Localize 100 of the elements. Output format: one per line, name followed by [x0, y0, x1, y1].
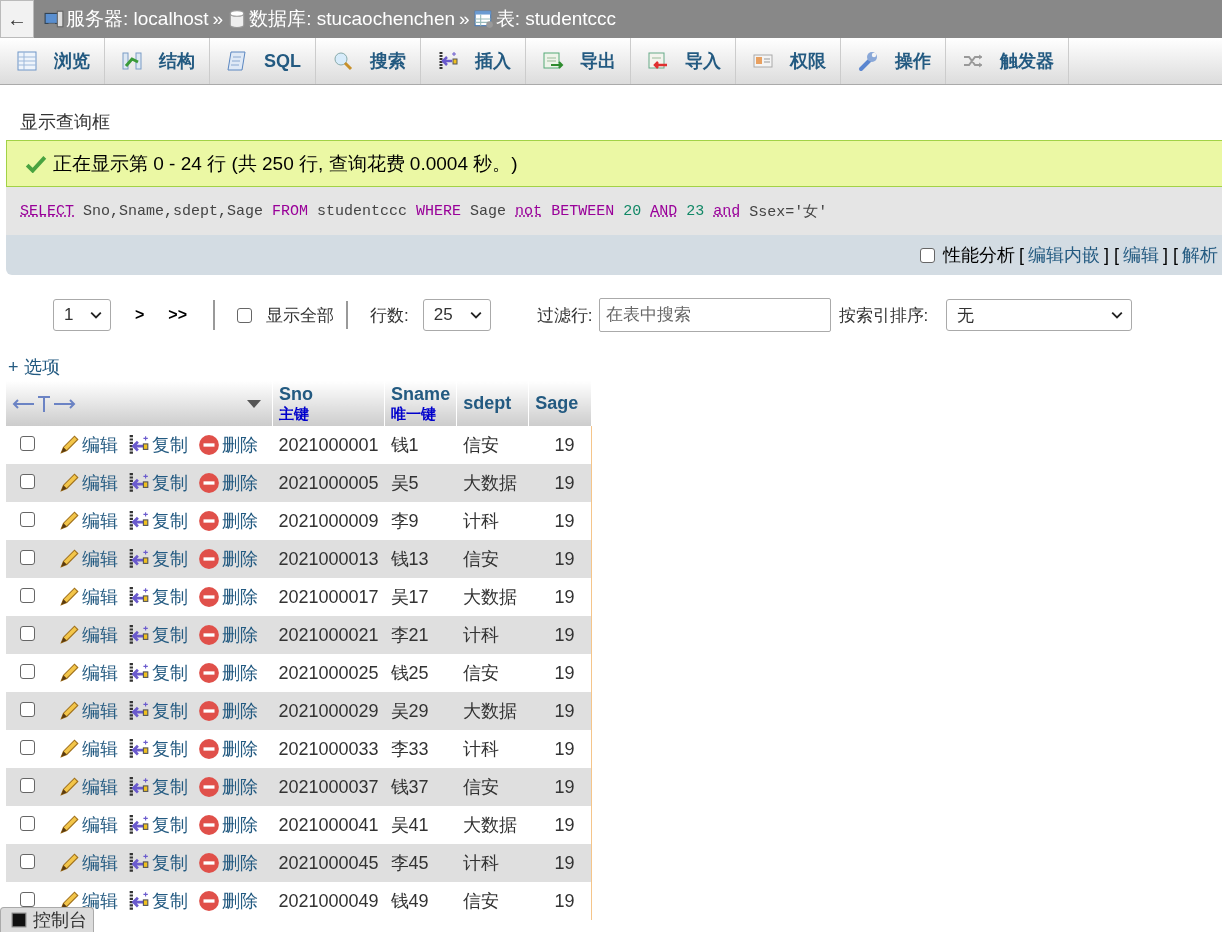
delete-link[interactable]: 删除: [198, 699, 258, 723]
page-select[interactable]: 1: [53, 299, 111, 331]
breadcrumb-link[interactable]: 服务器: localhost: [66, 6, 209, 32]
tab[interactable]: 操作: [841, 38, 946, 84]
tab[interactable]: 导出: [526, 38, 631, 84]
query-link[interactable]: 编辑内嵌: [1028, 243, 1100, 267]
edit-link[interactable]: 编辑: [58, 699, 118, 723]
insert-icon: [128, 700, 150, 722]
copy-link[interactable]: 复制: [128, 813, 188, 837]
copy-link[interactable]: 复制: [128, 547, 188, 571]
tab[interactable]: 浏览: [0, 38, 105, 84]
copy-link[interactable]: 复制: [128, 433, 188, 457]
edit-link[interactable]: 编辑: [58, 775, 118, 799]
copy-link[interactable]: 复制: [128, 851, 188, 875]
edit-link[interactable]: 编辑: [58, 509, 118, 533]
table-cell: 2021000017: [272, 578, 385, 616]
table-cell: 钱13: [384, 540, 457, 578]
delete-icon: [198, 510, 220, 532]
show-query-link[interactable]: 显示查询框: [20, 110, 1222, 132]
rows-select[interactable]: 25: [422, 299, 491, 331]
delete-link[interactable]: 删除: [198, 547, 258, 571]
column-header[interactable]: Sname 唯一键: [384, 381, 457, 426]
tab[interactable]: 搜索: [316, 38, 421, 84]
insert-icon: [128, 776, 150, 798]
options-link[interactable]: + 选项: [8, 355, 1222, 379]
row-checkbox[interactable]: [20, 663, 35, 679]
copy-link[interactable]: 复制: [128, 737, 188, 761]
row-checkbox[interactable]: [20, 891, 35, 907]
column-header[interactable]: sdept: [456, 381, 529, 426]
edit-link[interactable]: 编辑: [58, 851, 118, 875]
checkbox[interactable]: [920, 247, 935, 263]
copy-link[interactable]: 复制: [128, 623, 188, 647]
row-checkbox[interactable]: [20, 473, 35, 489]
table-cell: 大数据: [456, 692, 529, 730]
tab[interactable]: SQL: [210, 38, 316, 84]
delete-link[interactable]: 删除: [198, 737, 258, 761]
row-checkbox[interactable]: [20, 853, 35, 869]
pencil-icon: [58, 586, 80, 608]
search-icon: [332, 50, 354, 72]
query-link[interactable]: 编辑: [1123, 243, 1160, 267]
row-checkbox[interactable]: [20, 815, 35, 831]
delete-link[interactable]: 删除: [198, 433, 258, 457]
tab[interactable]: 导入: [631, 38, 736, 84]
column-header[interactable]: Sage: [528, 381, 592, 426]
query-link[interactable]: 解析: [1182, 243, 1219, 267]
copy-link[interactable]: 复制: [128, 889, 188, 913]
delete-icon: [198, 852, 220, 874]
copy-link[interactable]: 复制: [128, 509, 188, 533]
row-checkbox[interactable]: [20, 549, 35, 565]
table-cell: 19: [528, 540, 592, 578]
edit-link[interactable]: 编辑: [58, 813, 118, 837]
delete-link[interactable]: 删除: [198, 661, 258, 685]
copy-link[interactable]: 复制: [128, 775, 188, 799]
delete-link[interactable]: 删除: [198, 851, 258, 875]
last-page-button[interactable]: >>: [168, 306, 188, 324]
console-tab[interactable]: 控制台: [0, 907, 94, 932]
column-header[interactable]: Sno 主键: [272, 381, 385, 426]
delete-link[interactable]: 删除: [198, 509, 258, 533]
delete-link[interactable]: 删除: [198, 623, 258, 647]
row-checkbox[interactable]: [20, 587, 35, 603]
checkbox[interactable]: [237, 307, 253, 323]
row-checkbox[interactable]: [20, 435, 35, 451]
column-arrows-icon: [12, 393, 76, 414]
edit-link[interactable]: 编辑: [58, 661, 118, 685]
copy-link[interactable]: 复制: [128, 471, 188, 495]
pencil-icon: [58, 738, 80, 760]
tab[interactable]: 结构: [105, 38, 210, 84]
tab[interactable]: 权限: [736, 38, 841, 84]
edit-link[interactable]: 编辑: [58, 471, 118, 495]
breadcrumb-link[interactable]: 数据库: stucaochenchen: [249, 6, 456, 32]
pencil-icon: [58, 434, 80, 456]
copy-link[interactable]: 复制: [128, 699, 188, 723]
breadcrumb-link[interactable]: 表: studentccc: [495, 6, 617, 32]
row-checkbox[interactable]: [20, 701, 35, 717]
delete-icon: [198, 586, 220, 608]
copy-link[interactable]: 复制: [128, 661, 188, 685]
row-checkbox[interactable]: [20, 777, 35, 793]
sort-select[interactable]: 无: [946, 299, 1133, 331]
pencil-icon: [58, 700, 80, 722]
delete-link[interactable]: 删除: [198, 775, 258, 799]
tab[interactable]: 触发器: [946, 38, 1069, 84]
delete-link[interactable]: 删除: [198, 813, 258, 837]
edit-link[interactable]: 编辑: [58, 433, 118, 457]
sql-query: SELECT Sno,Sname,sdept,Sage FROM studentccc WHERE Sage not BETWEEN 20 AND 23 and Ssex='女': [6, 187, 1222, 235]
tab[interactable]: 插入: [421, 38, 526, 84]
filter-field[interactable]: 在表中搜索: [598, 298, 831, 332]
edit-link[interactable]: 编辑: [58, 623, 118, 647]
copy-link[interactable]: 复制: [128, 585, 188, 609]
delete-link[interactable]: 删除: [198, 889, 258, 913]
delete-link[interactable]: 删除: [198, 585, 258, 609]
pencil-icon: [58, 624, 80, 646]
edit-link[interactable]: 编辑: [58, 547, 118, 571]
next-page-button[interactable]: >: [135, 306, 145, 324]
row-checkbox[interactable]: [20, 625, 35, 641]
edit-link[interactable]: 编辑: [58, 737, 118, 761]
row-checkbox[interactable]: [20, 511, 35, 527]
back-button[interactable]: ←: [0, 0, 34, 38]
edit-link[interactable]: 编辑: [58, 585, 118, 609]
row-checkbox[interactable]: [20, 739, 35, 755]
delete-link[interactable]: 删除: [198, 471, 258, 495]
